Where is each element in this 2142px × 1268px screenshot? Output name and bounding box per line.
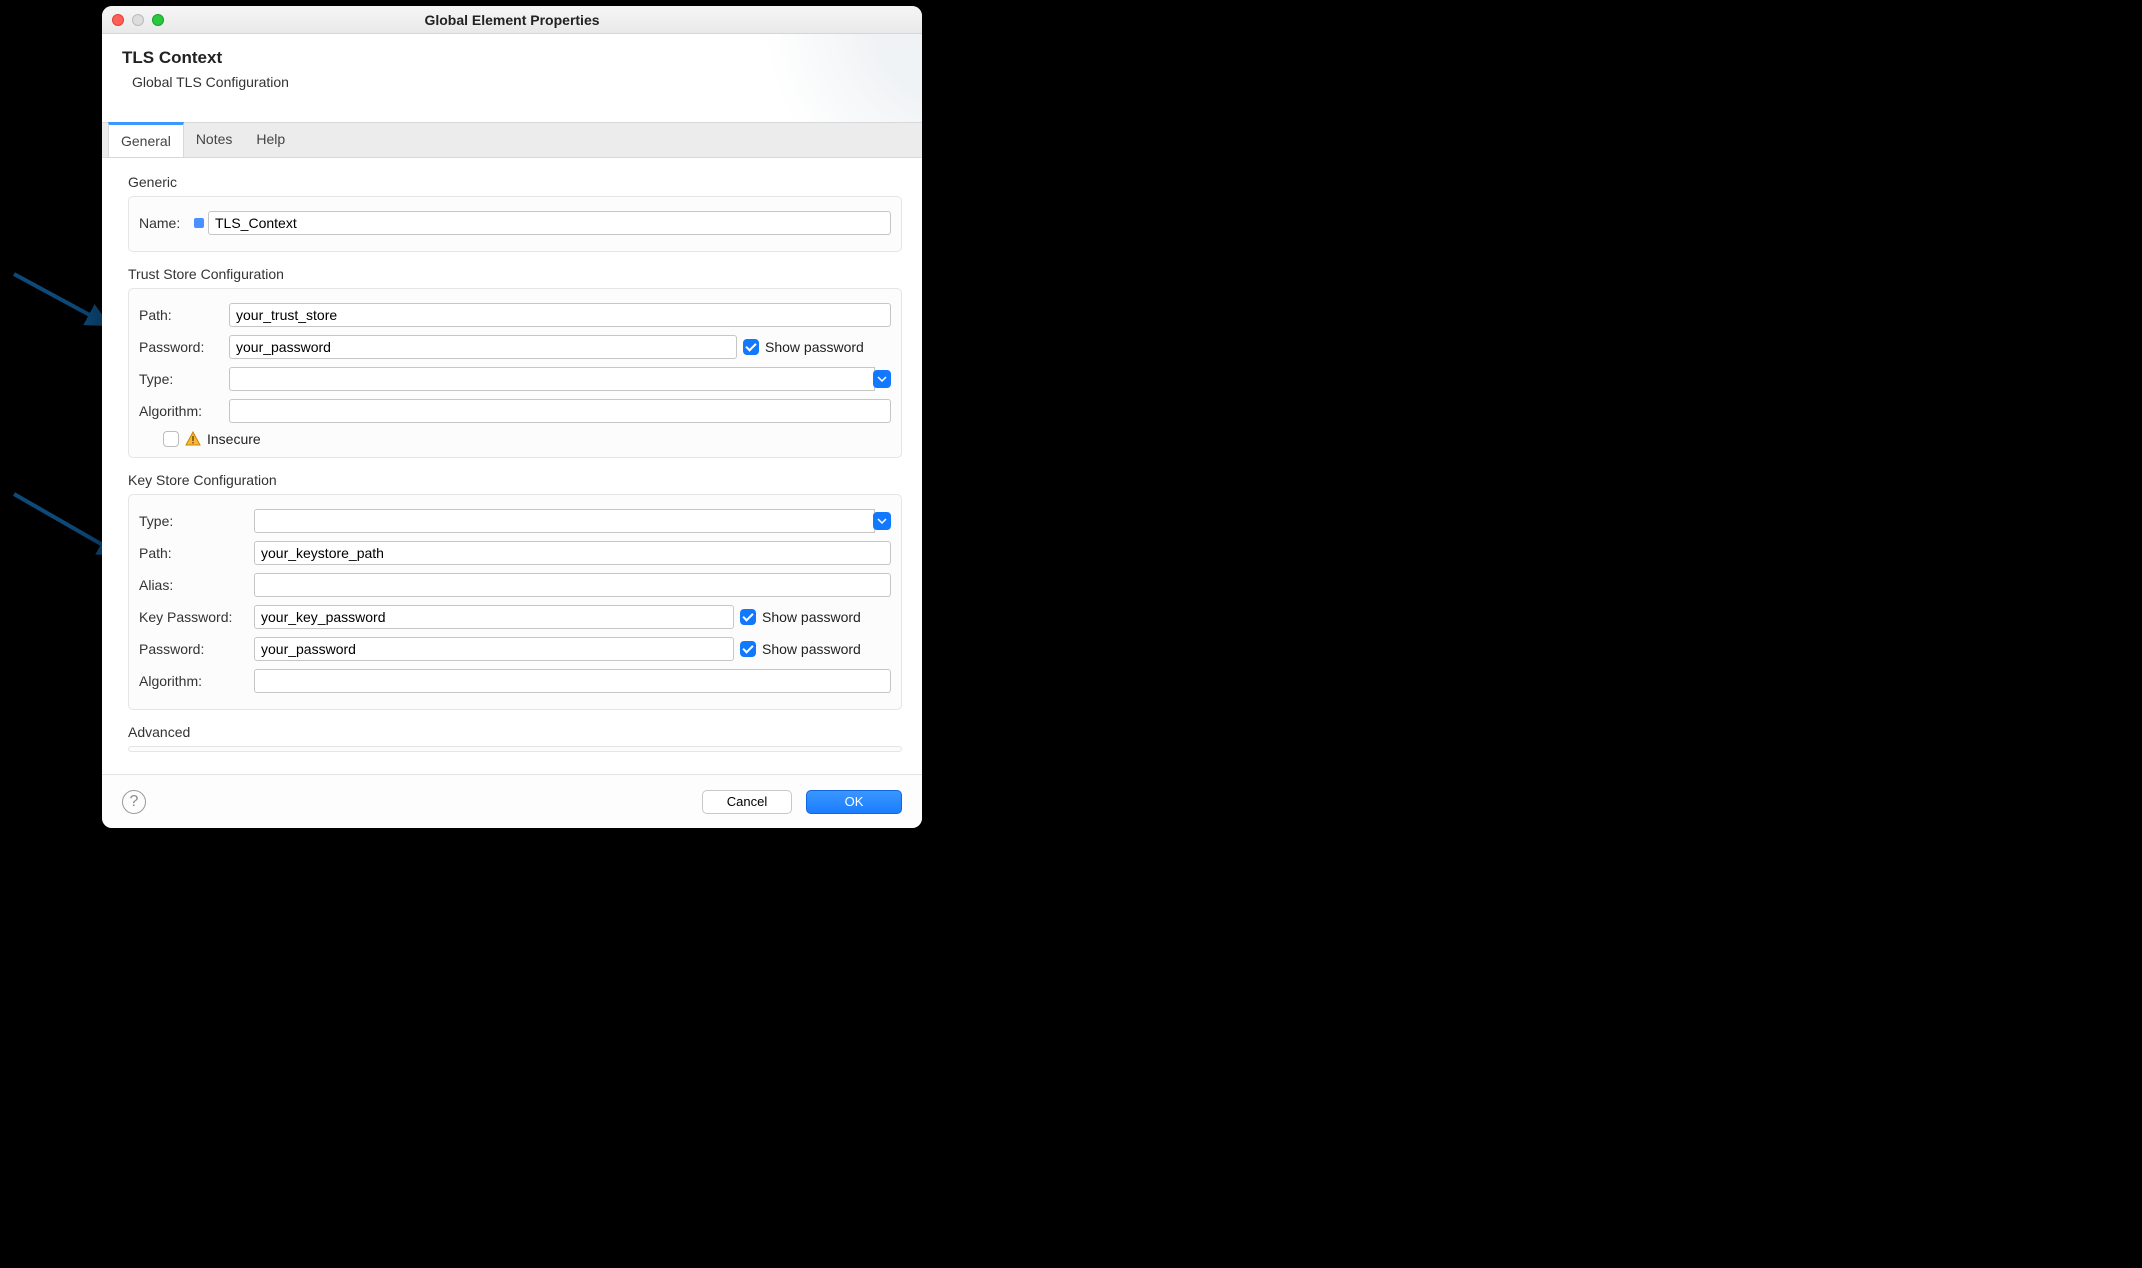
- key-password-show-checkbox[interactable]: [740, 641, 756, 657]
- trust-show-password-checkbox[interactable]: [743, 339, 759, 355]
- key-algorithm-label: Algorithm:: [139, 673, 254, 689]
- tab-general[interactable]: General: [108, 122, 184, 157]
- dialog-window: Global Element Properties TLS Context Gl…: [102, 6, 922, 828]
- trust-algorithm-label: Algorithm:: [139, 403, 229, 419]
- help-button[interactable]: ?: [122, 790, 146, 814]
- key-path-input[interactable]: [254, 541, 891, 565]
- page-title: TLS Context: [122, 48, 902, 68]
- key-type-input[interactable]: [254, 509, 875, 533]
- trust-password-label: Password:: [139, 339, 229, 355]
- trust-show-password-label: Show password: [765, 339, 864, 355]
- trust-type-input[interactable]: [229, 367, 875, 391]
- info-icon: [194, 218, 204, 228]
- tabs: General Notes Help: [102, 122, 922, 158]
- section-generic-title: Generic: [128, 174, 902, 190]
- section-truststore-title: Trust Store Configuration: [128, 266, 902, 282]
- trust-insecure-checkbox[interactable]: [163, 431, 179, 447]
- trust-insecure-label: Insecure: [207, 431, 261, 447]
- dialog-footer: ? Cancel OK: [102, 774, 922, 828]
- trust-type-label: Type:: [139, 371, 229, 387]
- key-type-label: Type:: [139, 513, 254, 529]
- key-password-input[interactable]: [254, 637, 734, 661]
- trust-algorithm-input[interactable]: [229, 399, 891, 423]
- section-generic: Name:: [128, 196, 902, 252]
- key-algorithm-input[interactable]: [254, 669, 891, 693]
- key-keypassword-label: Key Password:: [139, 609, 254, 625]
- key-alias-input[interactable]: [254, 573, 891, 597]
- section-advanced-title: Advanced: [128, 724, 902, 740]
- key-path-label: Path:: [139, 545, 254, 561]
- trust-password-input[interactable]: [229, 335, 737, 359]
- section-keystore-title: Key Store Configuration: [128, 472, 902, 488]
- window-title: Global Element Properties: [102, 12, 922, 28]
- key-keypassword-show-label: Show password: [762, 609, 861, 625]
- ok-button[interactable]: OK: [806, 790, 902, 814]
- section-advanced: [128, 746, 902, 752]
- trust-type-dropdown-icon[interactable]: [873, 370, 891, 388]
- warning-icon: [185, 431, 201, 447]
- key-password-show-label: Show password: [762, 641, 861, 657]
- name-input[interactable]: [208, 211, 891, 235]
- key-alias-label: Alias:: [139, 577, 254, 593]
- tab-notes[interactable]: Notes: [184, 123, 245, 157]
- trust-path-input[interactable]: [229, 303, 891, 327]
- dialog-header: TLS Context Global TLS Configuration: [102, 34, 922, 122]
- section-truststore: Path: Password: Show password Type:: [128, 288, 902, 458]
- key-type-dropdown-icon[interactable]: [873, 512, 891, 530]
- tab-help[interactable]: Help: [244, 123, 297, 157]
- titlebar: Global Element Properties: [102, 6, 922, 34]
- page-subtitle: Global TLS Configuration: [132, 74, 902, 90]
- trust-path-label: Path:: [139, 307, 229, 323]
- name-label: Name:: [139, 215, 194, 231]
- key-keypassword-show-checkbox[interactable]: [740, 609, 756, 625]
- key-password-label: Password:: [139, 641, 254, 657]
- key-keypassword-input[interactable]: [254, 605, 734, 629]
- form-body: Generic Name: Trust Store Configuration …: [102, 158, 922, 774]
- cancel-button[interactable]: Cancel: [702, 790, 792, 814]
- section-keystore: Type: Path: Alias: Key Password:: [128, 494, 902, 710]
